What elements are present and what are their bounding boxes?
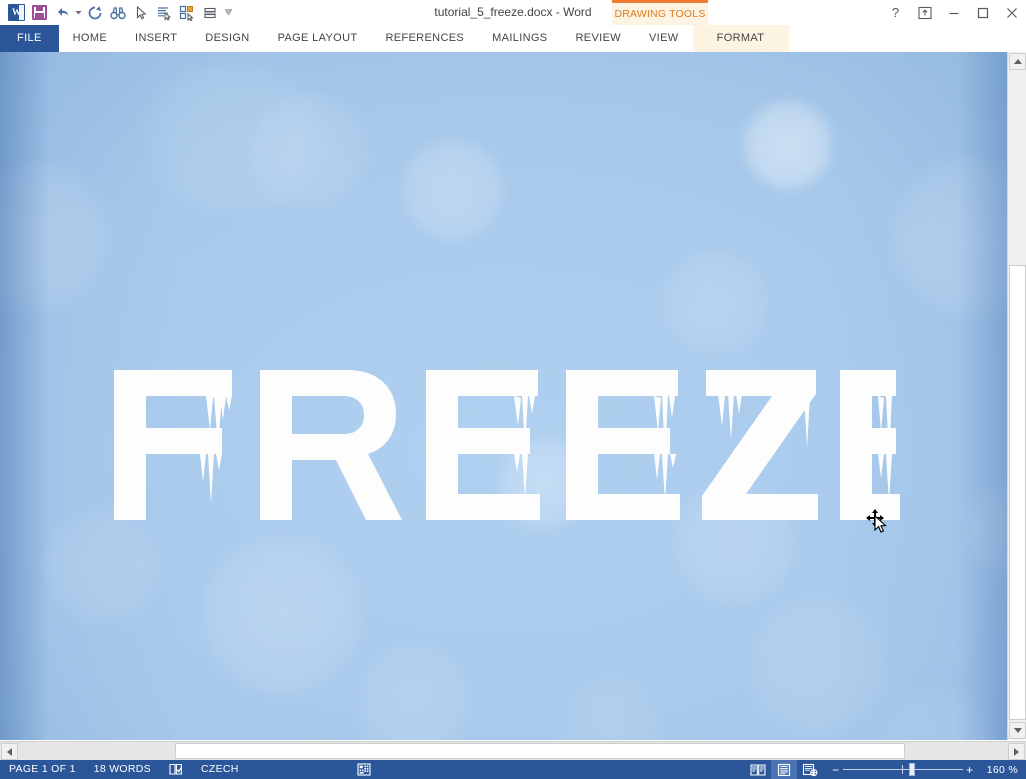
window-controls: ?	[881, 0, 1026, 25]
status-word-count[interactable]: 18 WORDS	[85, 760, 160, 779]
vertical-scroll-thumb[interactable]	[1009, 265, 1026, 720]
zoom-slider[interactable]: − +	[823, 760, 983, 779]
ribbon-tabs: FILE HOME INSERT DESIGN PAGE LAYOUT REFE…	[0, 25, 1026, 52]
proofing-errors-icon[interactable]	[160, 760, 192, 779]
tab-review[interactable]: REVIEW	[562, 25, 636, 52]
close-icon[interactable]	[997, 1, 1026, 24]
horizontal-scroll-thumb[interactable]	[175, 743, 905, 759]
group-objects-icon[interactable]	[175, 1, 198, 24]
scroll-down-icon[interactable]	[1009, 722, 1026, 739]
scroll-up-icon[interactable]	[1009, 53, 1026, 70]
view-print-layout[interactable]	[770, 760, 797, 779]
binoculars-icon[interactable]	[106, 1, 129, 24]
wordart-freeze[interactable]	[110, 352, 900, 537]
pointer-icon[interactable]	[129, 1, 152, 24]
chevron-down-icon[interactable]	[221, 1, 235, 24]
zoom-in-button[interactable]: +	[963, 763, 977, 777]
vertical-scrollbar[interactable]	[1007, 52, 1026, 740]
tab-view[interactable]: VIEW	[635, 25, 693, 52]
document-page[interactable]	[0, 52, 1007, 740]
quick-access-toolbar	[5, 1, 235, 24]
minimize-icon[interactable]	[939, 1, 968, 24]
document-canvas	[0, 52, 1026, 740]
tab-file[interactable]: FILE	[0, 25, 59, 52]
word-window: tutorial_5_freeze.docx - Word DRAWING TO…	[0, 0, 1026, 779]
scroll-left-icon[interactable]	[1, 743, 18, 760]
status-bar-right: − + 160 %	[745, 760, 1026, 779]
status-bar: PAGE 1 OF 1 18 WORDS CZECH − + 160 %	[0, 760, 1026, 779]
tab-mailings[interactable]: MAILINGS	[478, 25, 561, 52]
align-icon[interactable]	[198, 1, 221, 24]
tab-home[interactable]: HOME	[59, 25, 121, 52]
status-page-number[interactable]: PAGE 1 OF 1	[0, 760, 85, 779]
tab-design[interactable]: DESIGN	[191, 25, 263, 52]
maximize-icon[interactable]	[968, 1, 997, 24]
undo-dropdown-icon[interactable]	[74, 1, 83, 24]
zoom-thumb[interactable]	[908, 763, 915, 776]
undo-icon[interactable]	[51, 1, 74, 24]
macro-record-icon[interactable]	[348, 760, 380, 779]
help-button[interactable]: ?	[881, 1, 910, 24]
select-text-icon[interactable]	[152, 1, 175, 24]
zoom-out-button[interactable]: −	[829, 763, 843, 777]
tab-references[interactable]: REFERENCES	[371, 25, 478, 52]
tab-format[interactable]: FORMAT	[692, 25, 789, 52]
zoom-track[interactable]	[842, 760, 963, 779]
view-read-mode[interactable]	[745, 760, 771, 779]
scroll-right-icon[interactable]	[1008, 743, 1025, 760]
zoom-level-label[interactable]: 160 %	[983, 764, 1026, 776]
title-bar: tutorial_5_freeze.docx - Word DRAWING TO…	[0, 0, 1026, 25]
zoom-track-line	[842, 769, 963, 770]
ribbon-tab-strip: FILE HOME INSERT DESIGN PAGE LAYOUT REFE…	[0, 25, 1026, 74]
redo-icon[interactable]	[83, 1, 106, 24]
view-web-layout[interactable]	[797, 760, 823, 779]
tab-insert[interactable]: INSERT	[121, 25, 191, 52]
ribbon-display-options-icon[interactable]	[910, 1, 939, 24]
horizontal-scrollbar[interactable]	[0, 741, 1026, 760]
status-language[interactable]: CZECH	[192, 760, 248, 779]
tab-page-layout[interactable]: PAGE LAYOUT	[264, 25, 372, 52]
drawing-tools-context-label: DRAWING TOOLS	[612, 0, 708, 25]
save-icon[interactable]	[28, 1, 51, 24]
zoom-track-midmark	[901, 765, 903, 774]
word-logo-icon[interactable]	[5, 1, 28, 24]
